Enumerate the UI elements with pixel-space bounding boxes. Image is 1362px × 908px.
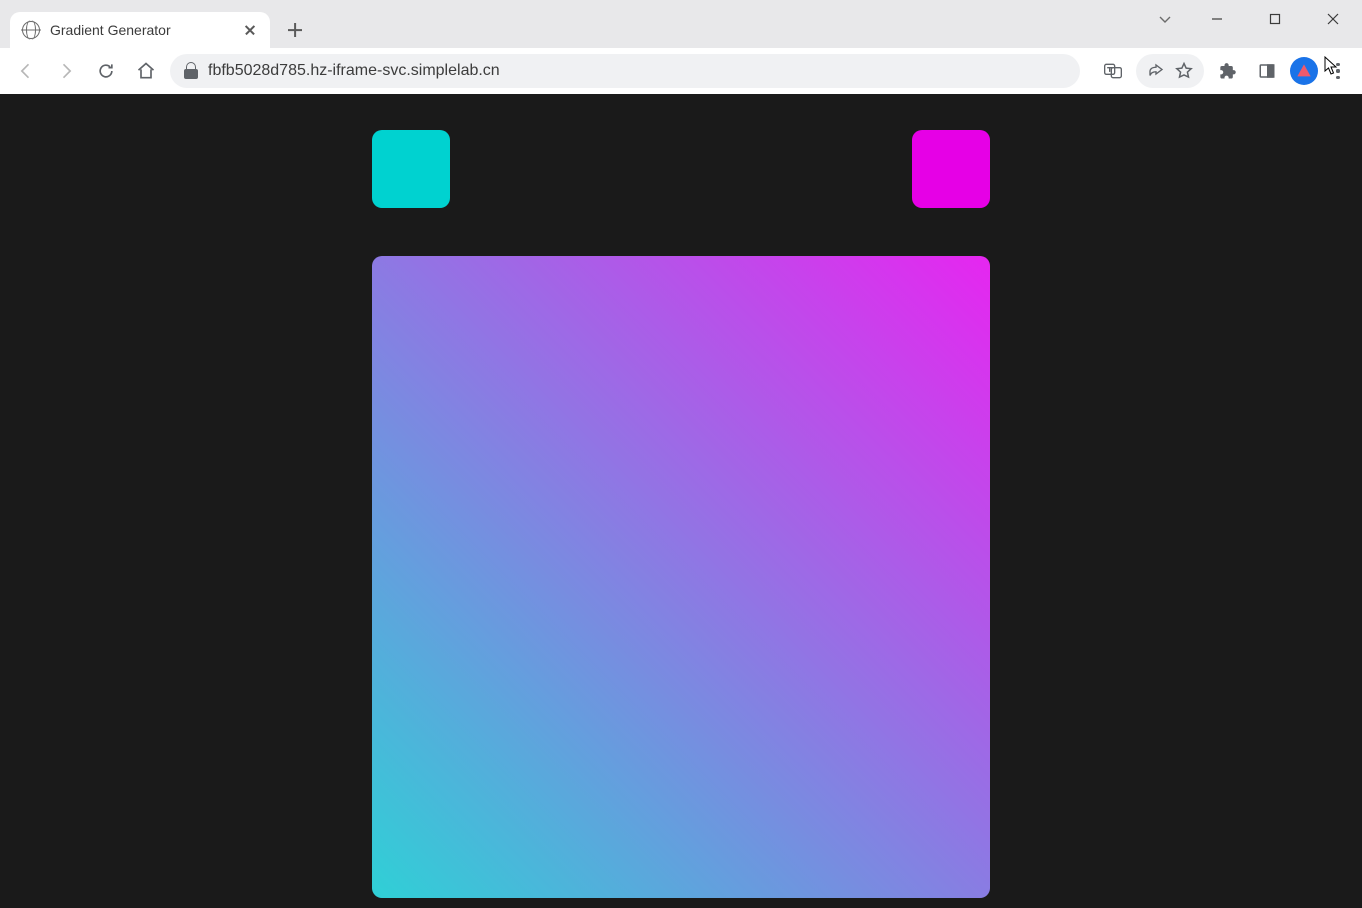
bookmark-star-icon[interactable]: [1170, 54, 1198, 88]
home-button[interactable]: [130, 55, 162, 87]
titlebar: Gradient Generator: [0, 0, 1362, 48]
gradient-preview: [372, 256, 990, 898]
lock-icon: [184, 64, 198, 78]
kebab-menu[interactable]: [1324, 57, 1352, 85]
window-close-button[interactable]: [1304, 0, 1362, 38]
maximize-button[interactable]: [1246, 0, 1304, 38]
url-text: fbfb5028d785.hz-iframe-svc.simplelab.cn: [208, 62, 1066, 80]
swatch-row: [372, 130, 990, 208]
toolbar: fbfb5028d785.hz-iframe-svc.simplelab.cn: [0, 48, 1362, 94]
chevron-down-icon[interactable]: [1142, 0, 1188, 38]
color-swatch-end[interactable]: [912, 130, 990, 208]
browser-tab[interactable]: Gradient Generator: [10, 12, 270, 48]
color-swatch-start[interactable]: [372, 130, 450, 208]
tab-title: Gradient Generator: [50, 22, 232, 38]
side-panel-icon[interactable]: [1250, 54, 1284, 88]
gradient-generator-app: [0, 94, 1362, 908]
forward-button[interactable]: [50, 55, 82, 87]
minimize-button[interactable]: [1188, 0, 1246, 38]
close-icon[interactable]: [242, 22, 258, 38]
profile-avatar[interactable]: [1290, 57, 1318, 85]
window-controls: [1142, 0, 1362, 38]
extensions-icon[interactable]: [1210, 54, 1244, 88]
share-icon[interactable]: [1142, 54, 1170, 88]
address-bar[interactable]: fbfb5028d785.hz-iframe-svc.simplelab.cn: [170, 54, 1080, 88]
new-tab-button[interactable]: [280, 15, 310, 45]
translate-icon[interactable]: [1096, 54, 1130, 88]
viewport: [0, 94, 1362, 908]
reload-button[interactable]: [90, 55, 122, 87]
back-button[interactable]: [10, 55, 42, 87]
globe-icon: [22, 21, 40, 39]
